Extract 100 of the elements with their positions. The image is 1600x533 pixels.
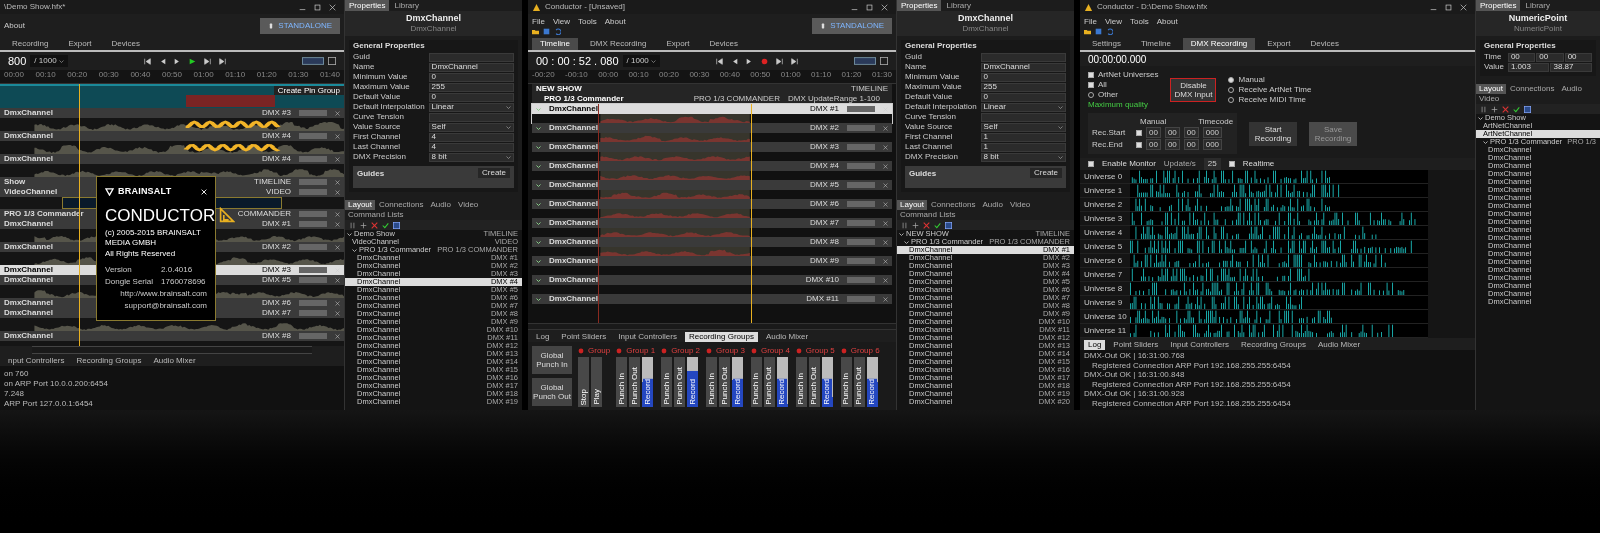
- show-name: NEW SHOW: [536, 84, 582, 95]
- universe-label: Universe 4: [1083, 226, 1124, 239]
- object-subtitle: DmxChannel: [962, 24, 1009, 34]
- group-name: Group 2: [671, 346, 701, 355]
- window-title: \Demo Show.hfx*: [4, 1, 66, 13]
- ruler-label: 00:10: [35, 70, 56, 80]
- label: First Channel: [905, 132, 954, 142]
- label: Last Channel: [353, 142, 402, 152]
- universe-label: Universe 3: [1083, 212, 1124, 225]
- log-line: Registered Connection ARP Port 192.168.255.255:6454: [1091, 360, 1292, 370]
- label: Curve Tension: [905, 112, 957, 122]
- track-channel: COMMANDER: [237, 210, 291, 218]
- group-name: Group 1: [626, 346, 656, 355]
- log-line: on 760: [4, 369, 30, 379]
- track-name: DmxChannel: [549, 295, 598, 303]
- track-channel: VIDEO: [266, 188, 291, 196]
- track-name: VideoChannel: [4, 188, 58, 196]
- label: Curve Tension: [353, 112, 405, 122]
- version-number: 2.0.4016: [161, 264, 194, 276]
- group-name: Group 3: [716, 346, 745, 355]
- log-line: Registered Connection ARP Port 192.168.255.255:6454: [1091, 398, 1292, 408]
- track-channel: DMX #10: [805, 276, 839, 284]
- universe-label: Universe 5: [1083, 240, 1124, 253]
- track-name: DmxChannel: [549, 257, 598, 265]
- column-heading: Manual: [1140, 117, 1167, 126]
- group-name: Group 5: [805, 346, 835, 355]
- device-type: PRO 1/3 COMMANDER: [693, 93, 780, 105]
- ruler-label: 01:00: [193, 70, 214, 80]
- label: Enable Monitor: [1102, 158, 1156, 170]
- label: DMX Precision: [905, 152, 959, 162]
- track-name: DmxChannel: [4, 276, 53, 284]
- device-name: PRO 1/3 Commander: [544, 93, 624, 105]
- label: Guides: [357, 168, 385, 180]
- brand-name: BRAINSALT: [118, 185, 172, 198]
- timecode: 00:00:00.000: [1088, 52, 1147, 67]
- track-name: DmxChannel: [4, 220, 53, 228]
- dongle-serial: 1760078696: [161, 276, 206, 288]
- section-heading: General Properties: [905, 40, 978, 52]
- track-channel: DMX #2: [810, 124, 839, 132]
- track-channel: DMX #5: [810, 181, 839, 189]
- object-title: DmxChannel: [406, 13, 461, 24]
- universe-label: Universe 6: [1083, 254, 1124, 267]
- track-name: DmxChannel: [4, 299, 53, 307]
- track-name: DmxChannel: [549, 124, 598, 132]
- track-channel: DMX #3: [262, 266, 291, 274]
- track-channel: DMX #2: [262, 243, 291, 251]
- track-name: DmxChannel: [4, 266, 53, 274]
- universe-label: Universe 2: [1083, 198, 1124, 211]
- label: All: [1098, 80, 1107, 89]
- track-channel: DMX #6: [810, 200, 839, 208]
- label: First Channel: [353, 132, 402, 142]
- track-name: DmxChannel: [4, 309, 53, 317]
- label: Default Interpolation: [353, 102, 425, 112]
- track-name: DmxChannel: [549, 105, 598, 113]
- track-name: DmxChannel: [4, 109, 53, 117]
- section-heading: General Properties: [353, 40, 426, 52]
- label: Maximum Value: [353, 82, 411, 92]
- log-line: on ARP Port 10.0.0.200:6454: [4, 379, 109, 389]
- copyright-text: (c) 2005-2015 BRAINSALT MEDIA GMBH: [105, 228, 202, 248]
- track-name: DmxChannel: [549, 200, 598, 208]
- label: Realtime: [1242, 158, 1275, 170]
- label: Rec.Start: [1092, 128, 1127, 137]
- ruler-label: 00:20: [659, 70, 680, 80]
- window-title: Conductor - [Unsaved]: [545, 1, 626, 13]
- ruler-label: 00:30: [98, 70, 119, 80]
- label: Name: [353, 62, 376, 72]
- label: Receive ArtNet Time: [1238, 85, 1312, 94]
- universe-label: Universe 7: [1083, 268, 1124, 281]
- timecode: 800: [8, 53, 27, 69]
- label: DMX Precision: [353, 152, 407, 162]
- universe-label: Universe 11: [1083, 324, 1128, 337]
- track-name: Show: [4, 178, 26, 186]
- label: Value: [1484, 62, 1504, 72]
- object-subtitle: NumericPoint: [1514, 24, 1562, 34]
- universe-label: Universe 1: [1083, 184, 1124, 197]
- label: Update/s: [1163, 158, 1196, 170]
- ruler-label: 01:10: [811, 70, 832, 80]
- track-channel: DMX #6: [262, 299, 291, 307]
- track-channel: TIMELINE: [254, 178, 291, 186]
- ruler-label: 00:00: [4, 70, 25, 80]
- track-channel: DMX #1: [810, 105, 839, 113]
- group-name: Group 4: [760, 346, 790, 355]
- label: Value Source: [905, 122, 954, 132]
- log-line: ARP Port 127.0.0.1:6454: [4, 399, 94, 409]
- object-subtitle: DmxChannel: [410, 24, 457, 34]
- track-channel: DMX #11: [806, 295, 839, 303]
- ruler-label: 01:20: [256, 70, 277, 80]
- ruler-label: -00:10: [565, 70, 588, 80]
- log-line: DMX-Out OK | 16:31:00.768: [1084, 351, 1186, 361]
- label: Rec.End: [1092, 140, 1124, 149]
- label: Guid: [353, 52, 371, 62]
- track-channel: DMX #3: [262, 109, 291, 117]
- track-name: DmxChannel: [4, 132, 53, 140]
- track-channel: DMX #7: [810, 219, 839, 227]
- label: Minimum Value: [905, 72, 961, 82]
- label: Default Interpolation: [905, 102, 977, 112]
- timecode: 00 : 00 : 52 . 080: [536, 53, 619, 69]
- section-heading: General Properties: [1484, 40, 1557, 52]
- track-channel: DMX #4: [262, 132, 291, 140]
- track-channel: DMX #8: [810, 238, 839, 246]
